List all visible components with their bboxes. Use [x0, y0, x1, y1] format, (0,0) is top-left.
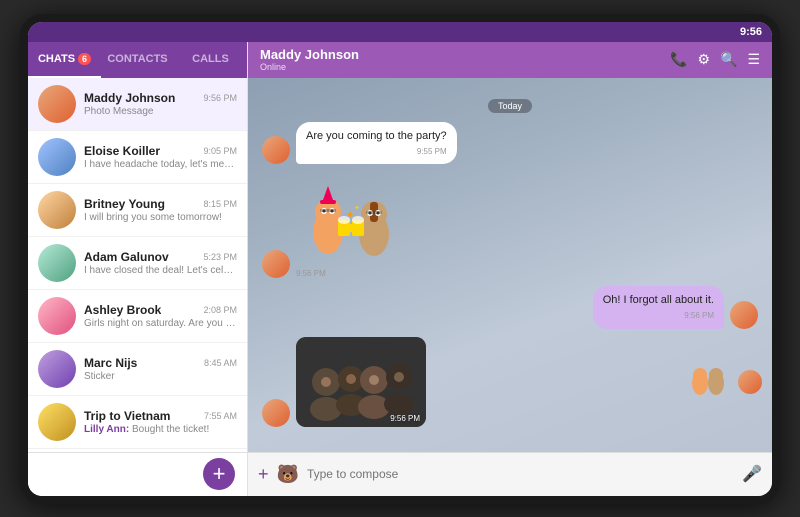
chat-name: Britney Young [84, 197, 165, 211]
photo-message: 9:56 PM [296, 337, 426, 427]
search-icon[interactable]: 🔍 [720, 51, 737, 68]
avatar [262, 399, 290, 427]
avatar [38, 85, 76, 123]
tab-calls[interactable]: CALLS [174, 42, 247, 78]
new-chat-button[interactable]: + [203, 458, 235, 490]
avatar [38, 191, 76, 229]
avatar [262, 136, 290, 164]
avatar [738, 370, 762, 394]
menu-icon[interactable]: ☰ [747, 51, 760, 68]
app-body: CHATS 6 CONTACTS CALLS [28, 42, 772, 496]
avatar [730, 301, 758, 329]
message-time: 9:56 PM [296, 269, 406, 278]
date-label: Today [488, 99, 532, 113]
chat-time: 8:45 AM [204, 358, 237, 368]
chat-name: Marc Nijs [84, 356, 137, 370]
chat-time: 7:55 AM [204, 411, 237, 421]
list-item[interactable]: Britney Young 8:15 PM I will bring you s… [28, 184, 247, 237]
avatar [38, 297, 76, 335]
avatar [38, 350, 76, 388]
message-bubble: Are you coming to the party? 9:55 PM [296, 122, 457, 165]
contact-name: Maddy Johnson [260, 47, 670, 62]
tab-chats[interactable]: CHATS 6 [28, 42, 101, 78]
chat-time: 9:05 PM [203, 146, 237, 156]
list-item[interactable]: Ashley Brook 2:08 PM Girls night on satu… [28, 290, 247, 343]
chat-time: 5:23 PM [203, 252, 237, 262]
tab-contacts[interactable]: CONTACTS [101, 42, 174, 78]
message-time: 9:56 PM [390, 414, 420, 423]
compose-bar: + 🐻 🎤 [248, 452, 772, 496]
message-row: Are you coming to the party? 9:55 PM [262, 122, 758, 165]
message-text: Are you coming to the party? [306, 129, 447, 144]
message-time: 9:56 PM [603, 310, 714, 321]
chat-preview: I have closed the deal! Let's celebrate!… [84, 265, 237, 276]
main-chat: Maddy Johnson Online 📞 ⚙ 🔍 ☰ Today [248, 42, 772, 496]
photo-selfie: 9:56 PM [296, 337, 426, 427]
avatar [38, 138, 76, 176]
list-item[interactable]: Maddy Johnson 9:56 PM Photo Message [28, 78, 247, 131]
status-bar: 9:56 [28, 22, 772, 42]
avatar [38, 244, 76, 282]
tab-calls-label: CALLS [192, 53, 229, 65]
avatar [38, 403, 76, 441]
chat-name: Maddy Johnson [84, 91, 175, 105]
messages-area[interactable]: Today Are you coming to the party? 9:55 … [248, 78, 772, 452]
sticker-preview-row [688, 365, 762, 400]
sticker-message: ✦ ✦ 9:56 PM [296, 172, 406, 278]
list-item[interactable]: Adam Galunov 5:23 PM I have closed the d… [28, 237, 247, 290]
sender-name: Lilly Ann: [84, 424, 129, 435]
sticker-svg: ✦ ✦ [296, 172, 406, 262]
sidebar-footer: + [28, 452, 247, 496]
tablet-screen: 9:56 CHATS 6 CONTACTS CALLS [28, 22, 772, 496]
chat-time: 2:08 PM [203, 305, 237, 315]
header-actions: 📞 ⚙ 🔍 ☰ [670, 51, 760, 68]
svg-text:✦: ✦ [354, 204, 360, 212]
message-row: Oh! I forgot all about it. 9:56 PM [262, 286, 758, 329]
tab-chats-label: CHATS [38, 53, 75, 65]
contact-status: Online [260, 62, 670, 72]
status-time: 9:56 [740, 26, 762, 38]
list-item[interactable]: Marc Nijs 8:45 AM Sticker [28, 343, 247, 396]
compose-input[interactable] [307, 467, 734, 481]
chat-time: 8:15 PM [203, 199, 237, 209]
chat-preview: Sticker [84, 371, 237, 382]
sticker-icon[interactable]: 🐻 [277, 464, 299, 485]
chat-preview: I will bring you some tomorrow! [84, 212, 237, 223]
avatar [262, 250, 290, 278]
list-item[interactable]: Eloise Koiller 9:05 PM I have headache t… [28, 131, 247, 184]
tab-contacts-label: CONTACTS [107, 53, 167, 65]
small-sticker-svg [688, 365, 728, 400]
chat-header: Maddy Johnson Online 📞 ⚙ 🔍 ☰ [248, 42, 772, 78]
chat-name: Adam Galunov [84, 250, 169, 264]
sidebar: CHATS 6 CONTACTS CALLS [28, 42, 248, 496]
chat-preview: Photo Message [84, 106, 237, 117]
message-bubble: Oh! I forgot all about it. 9:56 PM [593, 286, 724, 329]
date-divider: Today [262, 96, 758, 114]
sidebar-tabs: CHATS 6 CONTACTS CALLS [28, 42, 247, 78]
chat-time: 9:56 PM [203, 93, 237, 103]
attach-icon[interactable]: + [258, 464, 269, 485]
chat-name: Trip to Vietnam [84, 409, 170, 423]
chat-preview: Girls night on saturday. Are you in? [84, 318, 237, 329]
call-icon[interactable]: 📞 [670, 51, 687, 68]
message-text: Oh! I forgot all about it. [603, 293, 714, 308]
plus-icon: + [213, 463, 226, 485]
settings-icon[interactable]: ⚙ [697, 51, 710, 68]
chat-name: Ashley Brook [84, 303, 161, 317]
message-row: 9:56 PM [262, 337, 758, 427]
mic-icon[interactable]: 🎤 [742, 464, 762, 484]
list-item[interactable]: Trip to Vietnam 7:55 AM Lilly Ann: Bough… [28, 396, 247, 449]
message-time: 9:55 PM [306, 146, 447, 157]
chat-preview: Lilly Ann: Bought the ticket! [84, 424, 237, 435]
chat-preview: I have headache today, let's meet next w… [84, 159, 237, 170]
chat-name: Eloise Koiller [84, 144, 160, 158]
message-row: ✦ ✦ 9:56 PM [262, 172, 758, 278]
chats-badge: 6 [78, 53, 91, 65]
tablet-frame: 9:56 CHATS 6 CONTACTS CALLS [20, 14, 780, 504]
chat-list[interactable]: Maddy Johnson 9:56 PM Photo Message Eloi… [28, 78, 247, 452]
